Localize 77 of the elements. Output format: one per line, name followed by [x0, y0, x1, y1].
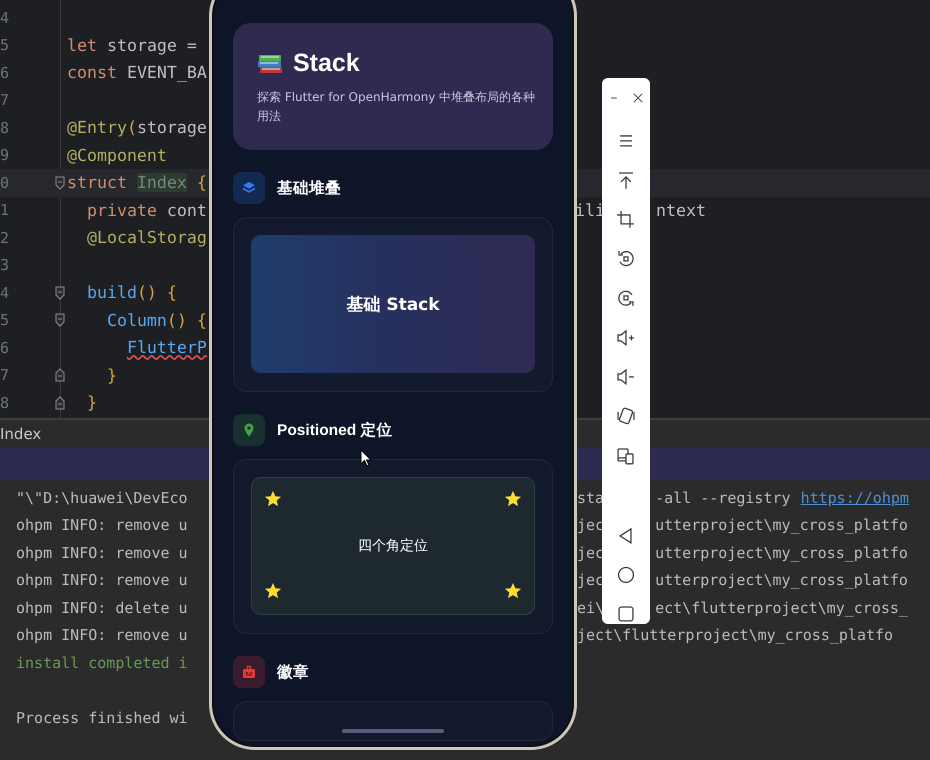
fold-icon[interactable] — [55, 286, 65, 300]
line-number: 0 — [0, 174, 10, 192]
code-text: } — [86, 393, 97, 412]
volume-up-icon[interactable] — [616, 328, 636, 348]
console-line: ject\flutterproject\my_cross_platfo — [577, 626, 894, 644]
console-link[interactable]: https://ohpm — [800, 488, 909, 507]
console-line: utterproject\my_cross_platfo — [655, 544, 908, 562]
line-number: 8 — [0, 394, 10, 412]
code-text: } — [106, 366, 117, 385]
console-line: ohpm INFO: remove u — [16, 516, 188, 534]
line-number: 6 — [0, 64, 10, 82]
console-line: jec — [577, 516, 604, 534]
cursor-icon — [360, 449, 372, 467]
code-text: const EVENT_BA — [67, 63, 207, 82]
console-line: jec — [577, 571, 604, 590]
code-text: struct Index { — [67, 173, 207, 192]
line-number: 8 — [0, 118, 10, 137]
console-tab[interactable]: Index — [0, 425, 42, 443]
console-line: -all --registry — [655, 488, 791, 507]
console-line: ei\ — [577, 598, 604, 617]
rotate-left-icon[interactable] — [616, 249, 636, 269]
line-number: 3 — [0, 256, 10, 274]
section-title: 徽章 — [277, 662, 309, 682]
console-line: Process finished wi — [16, 708, 188, 727]
fold-icon[interactable] — [55, 313, 65, 328]
code-text: @Entry(storage — [67, 118, 207, 138]
line-number: 5 — [0, 311, 10, 330]
line-number: 5 — [0, 36, 10, 54]
code-text: @Component — [67, 146, 167, 165]
code-text: build() { — [86, 283, 177, 302]
line-number: 4 — [0, 8, 10, 27]
console-line: ect\flutterproject\my_cross_ — [655, 598, 908, 617]
console-line: jec — [577, 544, 604, 562]
line-number: 1 — [0, 201, 10, 220]
console-line: utterproject\my_cross_platfo — [655, 516, 908, 534]
line-number: 7 — [0, 91, 10, 110]
volume-down-icon[interactable] — [616, 367, 636, 387]
line-number: 6 — [0, 338, 10, 357]
crop-icon[interactable] — [616, 210, 636, 230]
console-line: ohpm INFO: remove u — [16, 626, 188, 644]
shake-icon[interactable] — [616, 406, 636, 426]
star-icon — [264, 490, 282, 508]
console-line: "\"D:\huawei\DevEco — [16, 488, 188, 507]
page-description: 探索 Flutter for OpenHarmony 中堆叠布局的各种用法 — [257, 89, 536, 125]
section-title: Positioned 定位 — [277, 420, 393, 440]
console-line: install completed i — [16, 654, 188, 672]
code-text: FlutterP — [126, 338, 207, 358]
code-text: Column() { — [106, 310, 207, 330]
devices-icon[interactable] — [616, 446, 636, 466]
line-number: 4 — [0, 284, 10, 302]
console-line: ohpm INFO: remove u — [16, 571, 188, 590]
recents-icon[interactable] — [616, 604, 636, 624]
fold-icon[interactable] — [55, 368, 65, 382]
upload-icon[interactable] — [616, 170, 636, 190]
fold-icon[interactable] — [55, 396, 65, 410]
line-number: 2 — [0, 228, 10, 247]
code-text: @LocalStorag — [86, 228, 207, 248]
star-icon — [264, 582, 282, 600]
fold-icon[interactable] — [55, 176, 65, 190]
page-title: Stack — [293, 49, 360, 78]
line-number: 9 — [0, 146, 10, 164]
positioned-label: 四个角定位 — [358, 537, 428, 555]
console-line: ohpm INFO: delete u — [16, 598, 188, 617]
console-line: ohpm INFO: remove u — [16, 544, 188, 562]
star-icon — [504, 582, 522, 600]
rotate-right-icon[interactable] — [616, 288, 636, 308]
code-text: let storage = — [67, 36, 197, 55]
section-title: 基础堆叠 — [277, 178, 341, 198]
home-icon[interactable] — [616, 564, 636, 585]
close-icon[interactable] — [631, 90, 645, 105]
code-text: private cont — [86, 200, 207, 220]
stack-label: 基础 Stack — [346, 294, 440, 316]
console-line: utterproject\my_cross_platfo — [655, 571, 908, 590]
code-text: ili — [575, 200, 605, 220]
star-icon — [504, 490, 522, 508]
code-text: ntext — [656, 200, 706, 220]
line-number: 7 — [0, 366, 10, 384]
